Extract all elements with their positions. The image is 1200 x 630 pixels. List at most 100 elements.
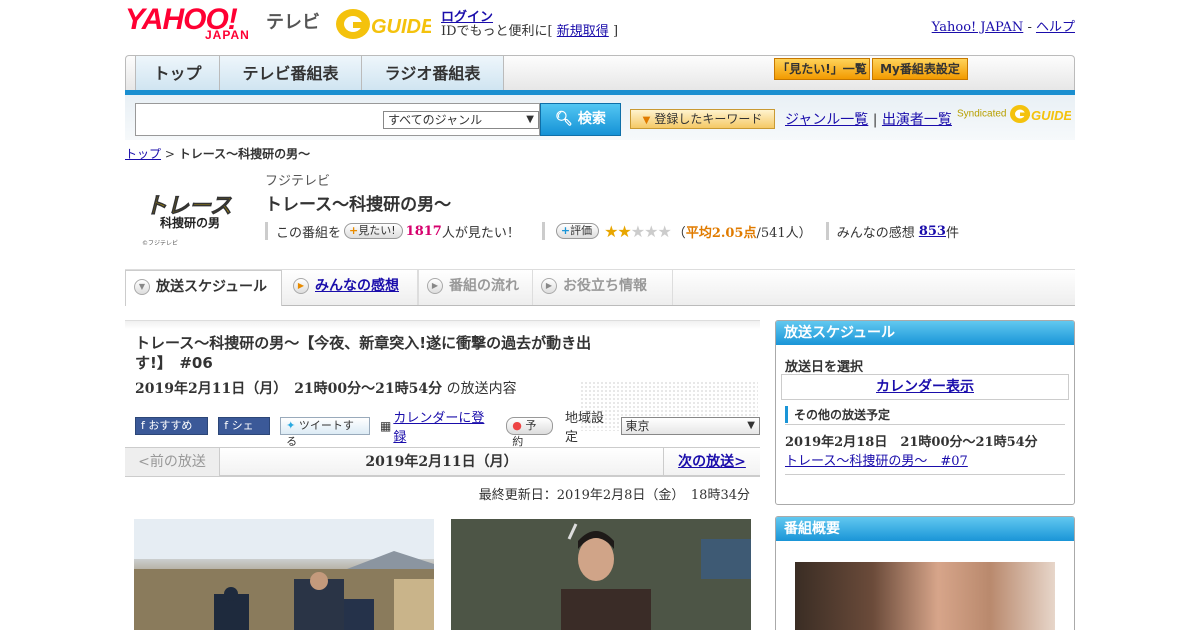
other-broadcasts-heading: その他の放送予定 bbox=[785, 406, 1065, 423]
episode-date-suffix: の放送内容 bbox=[446, 381, 517, 397]
header-link-separator: - bbox=[1027, 20, 1032, 35]
star-filled-icon: ★ bbox=[604, 221, 618, 241]
calendar-display-link[interactable]: カレンダー表示 bbox=[876, 379, 974, 395]
tweet-button[interactable]: ✦ ツイートする bbox=[280, 417, 371, 448]
reserve-button[interactable]: ● 予約 bbox=[506, 417, 553, 448]
other-broadcast-date: 2019年2月18日 21時00分～21時54分 bbox=[785, 435, 1038, 450]
login-sub-text: IDでもっと便利に[ 新規取得 ] bbox=[441, 20, 618, 39]
thumb-title-bottom: 科捜研の男 bbox=[160, 215, 220, 230]
episode-photo bbox=[134, 519, 434, 630]
search-area: すべてのジャンル ▼ 🔍︎ 検索 ▼ 登録したキーワード ジャンル一覧 | 出演者… bbox=[125, 95, 1075, 140]
episode-date: 2019年2月11日（月） 21時00分～21時54分 の放送内容 bbox=[135, 378, 517, 398]
search-button-label: 検索 bbox=[577, 111, 606, 127]
next-broadcast-link[interactable]: 次の放送> bbox=[678, 454, 746, 470]
global-nav: トップ テレビ番組表 ラジオ番組表 「見たい!」一覧 My番組表設定 bbox=[125, 55, 1075, 91]
star-empty-icon: ★ bbox=[644, 221, 658, 241]
tv-logo-text[interactable]: テレビ bbox=[266, 8, 320, 34]
performer-list-link[interactable]: 出演者一覧 bbox=[882, 112, 952, 128]
star-empty-icon: ★ bbox=[630, 221, 645, 241]
other-broadcast-link[interactable]: トレース～科捜研の男～ #07 bbox=[785, 450, 968, 469]
program-key-visual bbox=[795, 562, 1055, 630]
search-links: ジャンル一覧 | 出演者一覧 bbox=[785, 109, 952, 129]
plus-icon: + bbox=[349, 224, 359, 237]
mitai-suffix: 人が見たい！ bbox=[441, 225, 520, 241]
breadcrumb-top[interactable]: トップ bbox=[125, 147, 161, 161]
mitai-count: 1817 bbox=[405, 223, 442, 239]
tab-useful-info-label: お役立ち情報 bbox=[563, 278, 647, 294]
genre-list-link[interactable]: ジャンル一覧 bbox=[785, 112, 868, 128]
rate-button[interactable]: +評価 bbox=[555, 223, 600, 239]
divider bbox=[785, 474, 1065, 475]
yahoo-japan-logo-text: JAPAN bbox=[205, 28, 250, 42]
episode-photo bbox=[451, 519, 751, 630]
rating-average: 平均2.05点 bbox=[685, 225, 757, 241]
calendar-register-link[interactable]: カレンダーに登録 bbox=[393, 407, 496, 445]
last-updated: 最終更新日：2019年2月8日（金） 18時34分 bbox=[478, 488, 750, 503]
rating-stars: ★★★★★ bbox=[604, 221, 672, 241]
facebook-share-label: シェア bbox=[224, 419, 254, 448]
episode-photo-scene bbox=[451, 519, 751, 630]
facebook-recommend-button[interactable]: f おすすめ 1 bbox=[135, 417, 209, 448]
play-icon: ▶ bbox=[427, 278, 443, 294]
reviews-count-link[interactable]: 853 bbox=[919, 224, 946, 239]
gnav-tab-radio-schedule[interactable]: ラジオ番組表 bbox=[362, 56, 504, 91]
header-right-links: Yahoo! JAPAN - ヘルプ bbox=[932, 16, 1075, 35]
registered-keyword-label: 登録したキーワード bbox=[654, 112, 763, 126]
sidebar-schedule-box: 放送スケジュール 放送日を選択 カレンダー表示 その他の放送予定 2019年2月… bbox=[775, 320, 1075, 505]
region-select-value: 東京 bbox=[625, 419, 650, 433]
help-link[interactable]: ヘルプ bbox=[1036, 20, 1075, 35]
breadcrumb-current: トレース～科捜研の男～ bbox=[178, 147, 311, 161]
mitai-prefix: この番組を bbox=[276, 225, 342, 241]
record-dot-icon: ● bbox=[512, 419, 522, 432]
program-stats: この番組を +見たい! 1817 人が見たい！ +評価 ★★★★★ （平均2.0… bbox=[265, 221, 959, 241]
calendar-icon: ▦ bbox=[380, 419, 392, 433]
mitai-list-button[interactable]: 「見たい!」一覧 bbox=[774, 58, 870, 80]
region-label: 地域設定 bbox=[564, 411, 604, 445]
star-empty-icon: ★ bbox=[657, 221, 671, 241]
program-subtabs: ▼ 放送スケジュール ▶ みんなの感想 ▶ 番組の流れ ▶ お役立ち情報 bbox=[125, 270, 1075, 306]
signup-link[interactable]: 新規取得 bbox=[557, 24, 609, 39]
program-thumbnail: トレース 科捜研の男 ©フジテレビ bbox=[142, 194, 232, 247]
mitai-button[interactable]: +見たい! bbox=[344, 223, 403, 239]
tab-useful-info[interactable]: ▶ お役立ち情報 bbox=[533, 270, 673, 305]
yahoo-japan-link[interactable]: Yahoo! JAPAN bbox=[932, 20, 1024, 35]
search-button[interactable]: 🔍︎ 検索 bbox=[540, 103, 621, 136]
episode-photo-scene bbox=[134, 519, 434, 630]
region-select[interactable]: 東京 ▼ bbox=[621, 417, 760, 435]
rate-button-label: 評価 bbox=[570, 224, 593, 237]
gnav-tab-tv-schedule[interactable]: テレビ番組表 bbox=[220, 56, 362, 91]
gnav-tab-top[interactable]: トップ bbox=[135, 56, 220, 91]
sidebar-schedule-title: 放送スケジュール bbox=[776, 321, 1074, 345]
genre-select[interactable]: すべてのジャンル ▼ bbox=[383, 111, 539, 129]
facebook-share-button[interactable]: f シェア bbox=[218, 417, 271, 448]
chevron-down-icon: ▼ bbox=[134, 279, 150, 295]
tab-flow-label: 番組の流れ bbox=[449, 278, 519, 294]
tab-flow[interactable]: ▶ 番組の流れ bbox=[418, 270, 533, 305]
play-icon: ▶ bbox=[541, 278, 557, 294]
registered-keyword-button[interactable]: ▼ 登録したキーワード bbox=[630, 109, 775, 129]
select-date-label: 放送日を選択 bbox=[785, 360, 864, 375]
tab-kansou-label[interactable]: みんなの感想 bbox=[315, 278, 399, 294]
genre-select-value: すべてのジャンル bbox=[388, 113, 483, 127]
current-broadcast-date: 2019年2月11日（月） bbox=[365, 454, 518, 470]
divider bbox=[785, 424, 1065, 425]
reviews-suffix: 件 bbox=[945, 225, 959, 241]
episode-box: トレース～科捜研の男～【今夜、新章突入!遂に衝撃の過去が動き出す!】 #06 2… bbox=[125, 320, 760, 448]
svg-text:GUIDE: GUIDE bbox=[1031, 108, 1071, 123]
gguide-logo[interactable]: GUIDE bbox=[333, 6, 431, 42]
tab-schedule[interactable]: ▼ 放送スケジュール bbox=[125, 270, 282, 306]
triangle-down-icon: ▼ bbox=[642, 115, 651, 126]
next-broadcast[interactable]: 次の放送> bbox=[663, 448, 760, 476]
search-icon: 🔍︎ bbox=[555, 111, 573, 127]
tab-kansou[interactable]: ▶ みんなの感想 bbox=[285, 270, 418, 305]
syndicated-gguide-badge: Syndicated GUIDE bbox=[957, 103, 1073, 125]
my-schedule-button[interactable]: My番組表設定 bbox=[872, 58, 968, 80]
calendar-display-button[interactable]: カレンダー表示 bbox=[781, 374, 1069, 400]
stats-divider bbox=[541, 222, 545, 240]
episode-nav: <前の放送 2019年2月11日（月） 次の放送> bbox=[125, 447, 760, 477]
twitter-bird-icon: ✦ bbox=[286, 419, 296, 432]
stats-divider bbox=[825, 222, 829, 240]
program-title: トレース～科捜研の男～ bbox=[265, 195, 452, 215]
episode-title: トレース～科捜研の男～【今夜、新章突入!遂に衝撃の過去が動き出す!】 #06 bbox=[135, 334, 592, 372]
facebook-icon: f bbox=[141, 419, 145, 432]
